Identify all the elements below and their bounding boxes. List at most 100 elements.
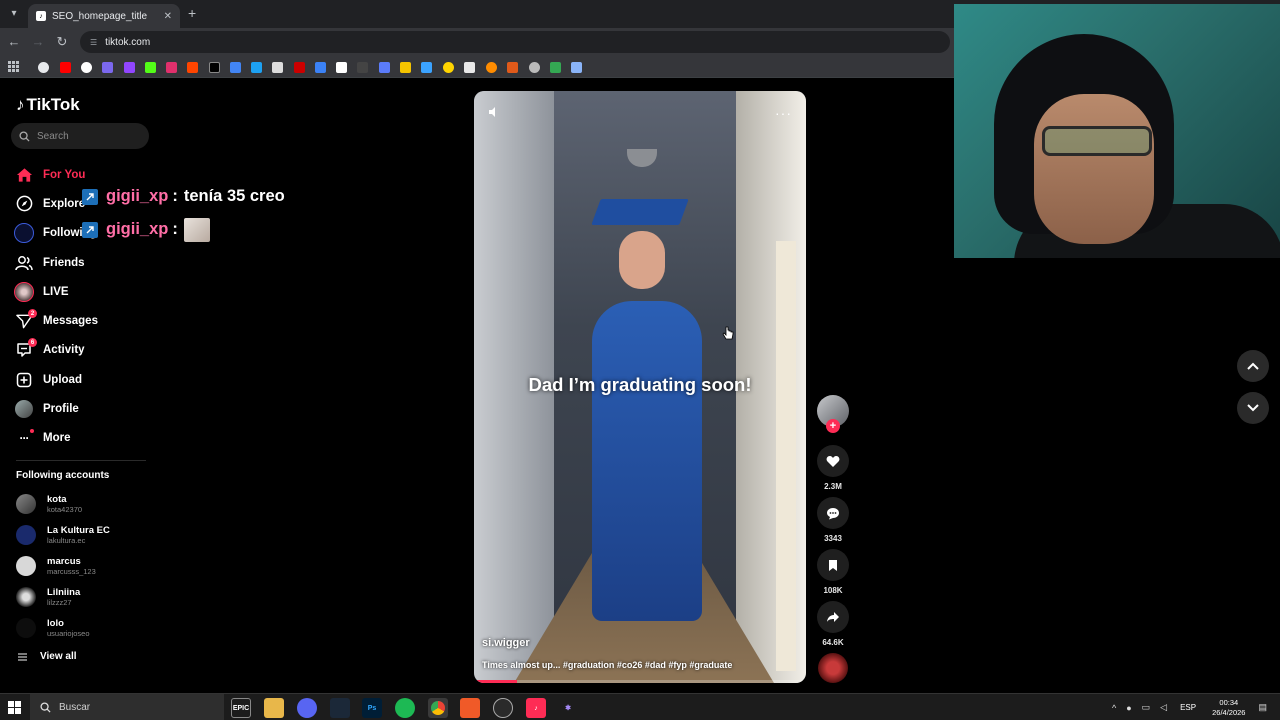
nav-label: LIVE — [43, 285, 69, 298]
steam-icon[interactable] — [330, 698, 350, 718]
nav-item-live[interactable]: LIVE — [14, 277, 154, 306]
windows-taskbar: Buscar EPIC Ps ♪ ✱ ^ ● ▭ ◁ ESP 00:34 26/… — [0, 693, 1280, 720]
windows-start-icon[interactable] — [8, 701, 21, 714]
clock[interactable]: 00:34 26/4/2026 — [1212, 698, 1245, 718]
tiktok-note-icon: ♪ — [16, 95, 25, 114]
volume-icon[interactable] — [488, 105, 500, 123]
activity-icon: 6 — [14, 338, 37, 360]
nav-label: Explore — [43, 197, 86, 210]
tiktok-app-icon[interactable]: ♪ — [526, 698, 546, 718]
new-tab-icon[interactable]: + — [188, 5, 196, 21]
bookmark-icon[interactable] — [443, 62, 454, 73]
bookmark-notion-icon[interactable] — [336, 62, 347, 73]
nav-label: Upload — [43, 373, 82, 386]
like-button[interactable]: 2.3M — [816, 445, 850, 491]
bookmark-sheets-icon[interactable] — [550, 62, 561, 73]
bookmark-kick-icon[interactable] — [145, 62, 156, 73]
video-more-icon[interactable]: ··· — [775, 105, 792, 121]
search-box[interactable] — [11, 123, 149, 149]
bookmark-icon[interactable] — [187, 62, 198, 73]
bookmark-icon[interactable] — [421, 62, 432, 73]
bookmark-icon[interactable] — [529, 62, 540, 73]
microphone-icon[interactable]: ● — [1126, 703, 1131, 713]
apps-grid-icon[interactable] — [8, 61, 19, 72]
bookmark-icon[interactable] — [486, 62, 497, 73]
home-icon — [14, 165, 34, 185]
account-item[interactable]: Lilniina lilzzz27 — [16, 581, 156, 612]
bookmark-instagram-icon[interactable] — [166, 62, 177, 73]
chrome-icon[interactable] — [428, 698, 448, 718]
file-explorer-icon[interactable] — [264, 698, 284, 718]
nav-item-activity[interactable]: 6 Activity — [14, 336, 154, 365]
network-icon[interactable]: ▭ — [1142, 702, 1151, 713]
bookmark-icon[interactable] — [251, 62, 262, 73]
chat-username: gigii_xp — [106, 187, 169, 205]
bookmark-icon[interactable] — [571, 62, 582, 73]
account-item[interactable]: La Kultura EC lakultura.ec — [16, 520, 156, 551]
account-item[interactable]: lolo usuariojoseo — [16, 612, 156, 643]
nav-item-profile[interactable]: Profile — [14, 394, 154, 423]
bookmark-google-icon[interactable] — [38, 62, 49, 73]
language-indicator[interactable]: ESP — [1180, 703, 1196, 712]
music-disc-icon[interactable] — [818, 653, 848, 683]
photoshop-icon[interactable]: Ps — [362, 698, 382, 718]
bookmark-icon[interactable] — [81, 62, 92, 73]
bookmark-icon[interactable] — [400, 62, 411, 73]
video-description: Times almost up... #graduation #co26 #da… — [482, 660, 733, 670]
back-icon[interactable]: ← — [6, 34, 22, 49]
previous-video-button[interactable] — [1237, 350, 1269, 382]
bookmark-icon[interactable] — [102, 62, 113, 73]
bookmark-icon[interactable] — [379, 62, 390, 73]
bookmark-icon[interactable] — [464, 62, 475, 73]
tray-chevron-up-icon[interactable]: ^ — [1112, 703, 1116, 713]
account-item[interactable]: marcus marcusss_123 — [16, 551, 156, 582]
tiktok-logo[interactable]: ♪ TikTok — [16, 95, 80, 115]
app-icon[interactable] — [460, 698, 480, 718]
bookmark-icon[interactable] — [294, 62, 305, 73]
app-icon[interactable]: ✱ — [558, 698, 578, 718]
epic-games-icon[interactable]: EPIC — [231, 698, 251, 718]
bookmark-translate-icon[interactable] — [230, 62, 241, 73]
nav-item-more[interactable]: ··· More — [14, 424, 154, 453]
nav-item-messages[interactable]: 2 Messages — [14, 306, 154, 335]
account-item[interactable]: kota kota42370 — [16, 489, 156, 520]
bookmark-icon[interactable] — [507, 62, 518, 73]
bookmark-youtube-icon[interactable] — [60, 62, 71, 73]
obs-icon[interactable] — [493, 698, 513, 718]
browser-tab[interactable]: ♪ SEO_homepage_title ✕ — [28, 4, 180, 28]
video-player[interactable]: Dad I’m graduating soon! ··· si.wigger T… — [474, 91, 806, 683]
view-all-link[interactable]: View all — [18, 651, 77, 662]
video-progress-bar[interactable] — [474, 680, 806, 683]
tab-close-icon[interactable]: ✕ — [164, 11, 172, 22]
next-video-button[interactable] — [1237, 392, 1269, 424]
bookmark-x-icon[interactable] — [209, 62, 220, 73]
address-bar[interactable]: ☰ tiktok.com — [80, 31, 950, 53]
forward-icon[interactable]: → — [30, 34, 46, 49]
spotify-icon[interactable] — [395, 698, 415, 718]
tab-search-icon[interactable]: ▾ — [6, 6, 22, 22]
site-info-icon[interactable]: ☰ — [90, 38, 97, 47]
bookmark-icon[interactable] — [315, 62, 326, 73]
stream-chat-overlay: gigii_xp : tenía 35 creo gigii_xp : — [82, 180, 285, 246]
list-icon — [18, 652, 27, 661]
nav-item-upload[interactable]: Upload — [14, 365, 154, 394]
share-icon — [817, 601, 849, 633]
bookmark-icon[interactable] — [272, 62, 283, 73]
comment-button[interactable]: 3343 — [816, 497, 850, 543]
account-name: marcus — [47, 555, 81, 567]
follow-plus-icon[interactable]: + — [826, 419, 840, 433]
discord-icon[interactable] — [297, 698, 317, 718]
reload-icon[interactable]: ↻ — [54, 34, 70, 50]
account-name: lolo — [47, 617, 64, 629]
chat-separator: : — [172, 220, 178, 238]
search-input[interactable] — [37, 130, 137, 142]
save-button[interactable]: 108K — [816, 549, 850, 595]
notifications-icon[interactable]: ▤ — [1258, 702, 1267, 713]
share-button[interactable]: 64.6K — [816, 601, 850, 647]
bookmark-twitch-icon[interactable] — [124, 62, 135, 73]
volume-tray-icon[interactable]: ◁ — [1160, 702, 1167, 713]
video-author[interactable]: si.wigger — [482, 637, 530, 649]
nav-item-friends[interactable]: Friends — [14, 248, 154, 277]
bookmark-icon[interactable] — [357, 62, 368, 73]
taskbar-search[interactable]: Buscar — [30, 694, 224, 720]
